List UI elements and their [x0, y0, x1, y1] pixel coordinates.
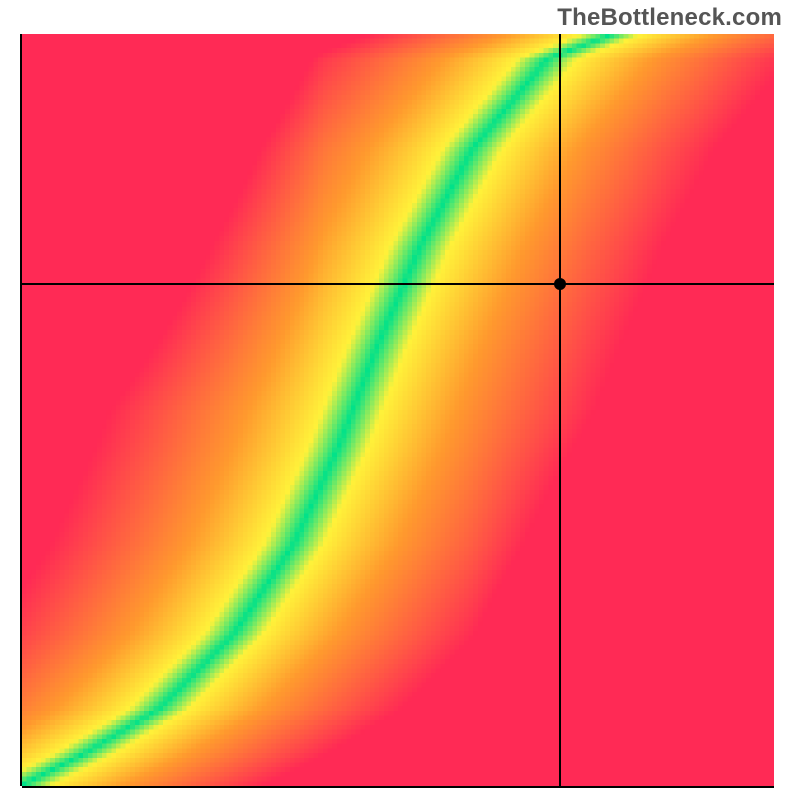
x-axis-line: [22, 786, 774, 788]
heatmap-plot: [22, 34, 774, 786]
attribution-text: TheBottleneck.com: [557, 4, 782, 32]
y-axis-line: [20, 34, 22, 786]
heatmap-canvas: [22, 34, 774, 786]
